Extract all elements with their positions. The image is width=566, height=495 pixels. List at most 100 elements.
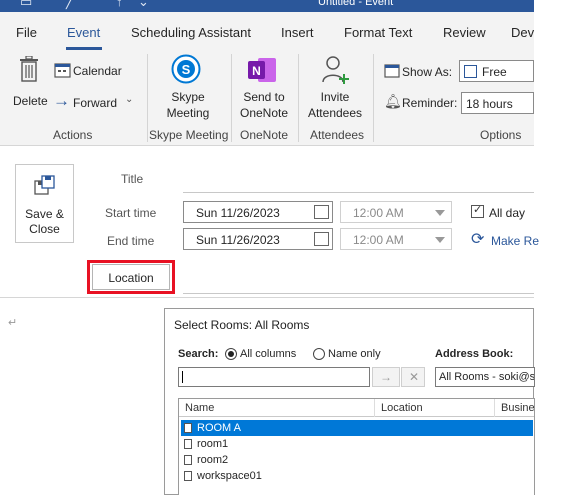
tab-scheduling-assistant[interactable]: Scheduling Assistant xyxy=(131,25,251,40)
group-label-actions: Actions xyxy=(53,128,93,142)
room-name: ROOM A xyxy=(197,422,242,434)
room-icon xyxy=(184,439,192,449)
radio-dot xyxy=(228,351,234,357)
calendar-picker-icon[interactable] xyxy=(314,205,329,219)
skype-meeting-button[interactable]: S Skype Meeting xyxy=(150,52,226,122)
search-input[interactable] xyxy=(178,367,370,387)
group-separator xyxy=(373,54,374,142)
skype-label-line2: Meeting xyxy=(166,106,210,120)
tab-developer[interactable]: Dev xyxy=(511,25,534,40)
window-title: Untitled - Event xyxy=(318,0,394,8)
list-item[interactable]: room1 xyxy=(181,436,533,452)
free-status-swatch xyxy=(464,65,477,78)
list-item-selected[interactable]: ROOM A xyxy=(181,420,533,436)
show-as-icon xyxy=(384,64,400,78)
save-label-line2: Close xyxy=(29,222,60,236)
select-rooms-dialog: Select Rooms: All Rooms Search: All colu… xyxy=(164,308,535,495)
column-header-location[interactable]: Location xyxy=(375,399,495,417)
start-date-picker[interactable]: Sun 11/26/2023 xyxy=(183,201,333,223)
name-only-radio[interactable] xyxy=(313,348,325,360)
checkmark-icon: ✓ xyxy=(473,204,483,216)
all-day-checkbox[interactable]: ✓ xyxy=(471,204,484,218)
column-header-business[interactable]: Busine xyxy=(495,399,534,417)
tab-insert[interactable]: Insert xyxy=(281,25,314,40)
end-date-picker[interactable]: Sun 11/26/2023 xyxy=(183,228,333,250)
invite-label-line2: Attendees xyxy=(307,106,363,120)
invite-label-line1: Invite xyxy=(320,90,350,104)
dropdown-arrow-icon xyxy=(435,237,445,243)
calendar-button[interactable]: Calendar xyxy=(52,60,142,80)
list-item[interactable]: workspace01 xyxy=(181,468,533,484)
tab-review[interactable]: Review xyxy=(443,25,486,40)
location-underline xyxy=(183,293,534,294)
arrow-right-icon: → xyxy=(380,370,392,384)
address-book-label: Address Book: xyxy=(435,348,514,360)
location-button[interactable]: Location xyxy=(92,264,170,290)
onenote-label-line2: OneNote xyxy=(239,106,289,120)
body-divider xyxy=(0,297,534,298)
trash-icon xyxy=(20,56,38,82)
group-separator xyxy=(147,54,148,142)
room-name: workspace01 xyxy=(197,470,262,482)
invite-attendees-button[interactable]: Invite Attendees xyxy=(300,52,370,122)
room-icon xyxy=(184,471,192,481)
send-to-onenote-button[interactable]: N Send to OneNote xyxy=(234,52,294,122)
tab-event[interactable]: Event xyxy=(67,25,100,40)
bell-icon: 🔔︎ xyxy=(384,93,402,109)
paragraph-mark-icon: ↵ xyxy=(8,317,18,329)
forward-button[interactable]: → Forward ⌄ xyxy=(52,91,142,112)
delete-label: Delete xyxy=(13,94,48,108)
group-label-options: Options xyxy=(480,128,522,142)
tab-file[interactable]: File xyxy=(16,25,37,40)
column-header-name[interactable]: Name xyxy=(179,399,375,417)
group-label-skype: Skype Meeting xyxy=(149,128,229,142)
title-label: Title xyxy=(121,172,144,186)
calendar-label: Calendar xyxy=(73,64,122,78)
tab-format-text[interactable]: Format Text xyxy=(344,25,412,40)
list-item[interactable]: room2 xyxy=(181,452,533,468)
group-label-onenote: OneNote xyxy=(240,128,289,142)
svg-text:S: S xyxy=(182,62,191,77)
location-input[interactable] xyxy=(183,262,534,292)
address-book-value: All Rooms - soki@s xyxy=(439,371,535,383)
start-time-label: Start time xyxy=(105,206,157,220)
dialog-title: Select Rooms: All Rooms xyxy=(174,318,310,332)
calendar-picker-icon[interactable] xyxy=(314,232,329,246)
svg-text:N: N xyxy=(252,64,261,78)
show-as-select[interactable]: Free xyxy=(459,60,534,82)
reminder-select[interactable]: 18 hours xyxy=(461,92,534,114)
start-date-value: Sun 11/26/2023 xyxy=(196,206,280,220)
clear-search-button[interactable]: ✕ xyxy=(401,367,425,387)
save-and-close-button[interactable]: Save & Close xyxy=(15,164,74,243)
room-name: room1 xyxy=(197,438,229,450)
all-columns-radio[interactable] xyxy=(225,348,237,360)
end-time-value: 12:00 AM xyxy=(353,233,404,247)
ribbon: Delete Calendar → Forward ⌄ Actions S Sk… xyxy=(0,50,534,146)
delete-button[interactable]: Delete xyxy=(6,54,50,110)
group-separator xyxy=(298,54,299,142)
title-bar: ▭ ╱ ↑ ⌄ Untitled - Event xyxy=(0,0,534,12)
location-label: Location xyxy=(108,271,154,285)
title-input[interactable] xyxy=(183,162,534,192)
skype-label-line1: Skype xyxy=(171,90,205,104)
quick-access-chevron-icon[interactable]: ⌄ xyxy=(138,0,149,10)
save-icon[interactable]: ▭ xyxy=(20,0,32,10)
undo-icon[interactable]: ╱ xyxy=(66,0,74,10)
start-time-select[interactable]: 12:00 AM xyxy=(340,201,452,223)
room-icon xyxy=(184,423,192,433)
reminder-value: 18 hours xyxy=(466,97,513,111)
redo-icon[interactable]: ↑ xyxy=(116,0,123,9)
group-label-attendees: Attendees xyxy=(310,128,365,142)
show-as-value: Free xyxy=(482,65,507,79)
end-time-select[interactable]: 12:00 AM xyxy=(340,228,452,250)
address-book-select[interactable]: All Rooms - soki@s xyxy=(435,367,535,387)
ribbon-tabs: File Event Scheduling Assistant Insert F… xyxy=(0,12,534,50)
start-time-value: 12:00 AM xyxy=(353,206,404,220)
go-button[interactable]: → xyxy=(372,367,400,387)
show-as-label: Show As: xyxy=(402,65,453,79)
make-recurring-link[interactable]: Make Re xyxy=(491,234,539,248)
all-day-label: All day xyxy=(489,206,526,220)
onenote-label-line1: Send to xyxy=(243,90,285,104)
recurrence-icon: ⟳ xyxy=(471,231,485,248)
search-label: Search: xyxy=(178,348,219,360)
